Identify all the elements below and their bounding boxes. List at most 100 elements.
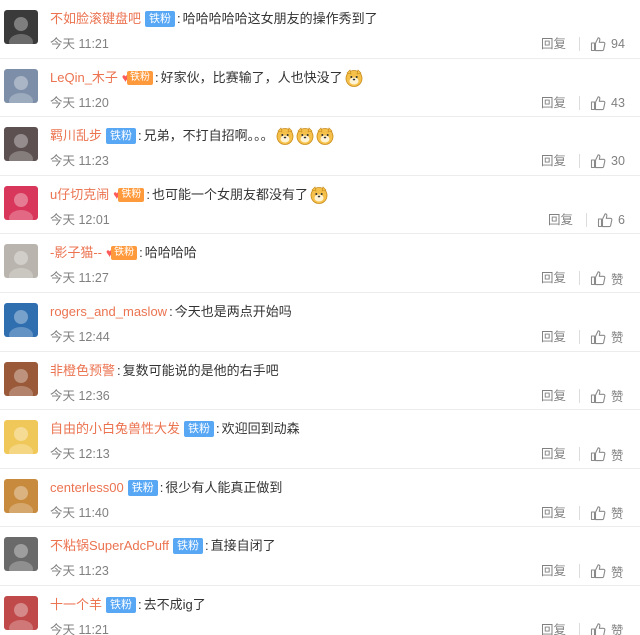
avatar-image xyxy=(4,185,38,220)
avatar-image xyxy=(4,68,38,103)
user-avatar[interactable] xyxy=(4,478,38,513)
reply-button[interactable]: 回复 xyxy=(541,622,566,635)
username-link[interactable]: 不如脸滚键盘吧 xyxy=(50,10,141,28)
thumbs-up-icon xyxy=(590,95,606,110)
fan-badge[interactable]: 铁粉 xyxy=(184,421,215,438)
comment-item: centerless00 铁粉: 很少有人能真正做到 今天 11:40 回复 赞 xyxy=(0,469,640,528)
divider xyxy=(579,505,580,520)
comment-item: 不粘锅SuperAdcPuff 铁粉: 直接自闭了 今天 11:23 回复 赞 xyxy=(0,527,640,586)
divider xyxy=(579,154,580,169)
username-link[interactable]: 自由的小白兔兽性大发 xyxy=(50,420,180,438)
like-count: 赞 xyxy=(611,624,624,635)
like-count: 赞 xyxy=(611,272,624,287)
username-link[interactable]: rogers_and_maslow xyxy=(50,303,167,321)
like-button[interactable]: 赞 xyxy=(590,620,624,635)
username-link[interactable]: 十一个羊 xyxy=(50,596,102,614)
divider xyxy=(579,447,580,462)
like-button[interactable]: 30 xyxy=(590,151,625,171)
comment-line: centerless00 铁粉: 很少有人能真正做到 xyxy=(50,479,282,497)
fan-badge[interactable]: 铁粉 xyxy=(145,11,176,27)
like-button[interactable]: 94 xyxy=(590,34,625,54)
user-avatar[interactable] xyxy=(4,595,38,630)
user-avatar[interactable] xyxy=(4,244,38,279)
like-count: 赞 xyxy=(611,390,624,405)
avatar-image xyxy=(4,127,38,162)
fan-badge[interactable]: 铁粉 xyxy=(106,596,137,613)
reply-button[interactable]: 回复 xyxy=(541,36,566,52)
reply-button[interactable]: 回复 xyxy=(541,270,566,286)
fan-badge[interactable]: 铁粉 xyxy=(172,538,203,555)
avatar-image xyxy=(4,478,38,513)
like-button[interactable]: 赞 xyxy=(590,327,624,347)
reply-button[interactable]: 回复 xyxy=(541,505,566,521)
user-avatar[interactable] xyxy=(4,361,38,396)
divider xyxy=(586,212,587,227)
like-count: 赞 xyxy=(611,448,624,463)
username-link[interactable]: centerless00 xyxy=(50,479,124,497)
like-count: 赞 xyxy=(611,507,624,522)
comment-text: 好家伙，比赛输了，人也快没了 xyxy=(160,69,343,85)
user-avatar[interactable] xyxy=(4,10,38,44)
avatar-image xyxy=(4,10,38,44)
username-link[interactable]: 羁川乱步 xyxy=(50,127,102,145)
username-link[interactable]: 非橙色预警 xyxy=(50,362,115,380)
colon: : xyxy=(117,362,121,378)
comment-text: 哈哈哈哈哈这女朋友的操作秀到了 xyxy=(182,11,378,26)
fan-badge[interactable]: 铁粉 xyxy=(106,128,137,145)
comment-time: 今天 11:23 xyxy=(50,564,109,579)
like-button[interactable]: 赞 xyxy=(590,444,624,464)
comment-time: 今天 11:21 xyxy=(50,37,109,51)
thumbs-up-icon xyxy=(590,623,606,635)
user-avatar[interactable] xyxy=(4,537,38,572)
comment-line: LeQin_木子 ♥ 铁粉: 好家伙，比赛输了，人也快没了 xyxy=(50,69,363,87)
username-link[interactable]: LeQin_木子 xyxy=(50,69,118,87)
divider xyxy=(579,564,580,579)
fan-badge[interactable]: 铁粉 xyxy=(127,479,158,496)
user-avatar[interactable] xyxy=(4,185,38,220)
divider xyxy=(579,329,580,344)
like-button[interactable]: 赞 xyxy=(590,561,624,581)
like-count: 赞 xyxy=(611,565,624,580)
user-avatar[interactable] xyxy=(4,127,38,162)
comment-line: 十一个羊 铁粉: 去不成ig了 xyxy=(50,596,206,614)
colon: : xyxy=(155,69,159,85)
comment-time: 今天 11:23 xyxy=(50,154,109,169)
thumbs-up-icon xyxy=(590,271,606,286)
reply-button[interactable]: 回复 xyxy=(548,212,573,228)
fan-badge-orange[interactable]: ♥ 铁粉 xyxy=(106,244,138,262)
reply-button[interactable]: 回复 xyxy=(541,95,566,111)
comment-text: 复数可能说的是他的右手吧 xyxy=(122,362,279,378)
comment-text: 也可能一个女朋友都没有了 xyxy=(151,186,308,202)
like-button[interactable]: 赞 xyxy=(590,386,624,406)
reply-button[interactable]: 回复 xyxy=(541,388,566,404)
colon: : xyxy=(139,245,143,261)
comment-time: 今天 12:44 xyxy=(50,329,110,344)
reply-button[interactable]: 回复 xyxy=(541,446,566,462)
avatar-image xyxy=(4,302,38,337)
reply-button[interactable]: 回复 xyxy=(541,329,566,345)
fan-badge-orange[interactable]: ♥ 铁粉 xyxy=(113,186,145,204)
username-link[interactable]: -影子猫-- xyxy=(50,244,102,262)
username-link[interactable]: u仔切克闹 xyxy=(50,186,109,204)
like-button[interactable]: 赞 xyxy=(590,268,624,288)
like-count: 94 xyxy=(611,37,625,51)
comment-text: 今天也是两点开始吗 xyxy=(174,303,292,319)
user-avatar[interactable] xyxy=(4,68,38,103)
user-avatar[interactable] xyxy=(4,420,38,455)
like-count: 赞 xyxy=(611,331,624,346)
colon: : xyxy=(159,479,164,495)
doge-emoji-icon xyxy=(296,127,314,146)
thumbs-up-icon xyxy=(590,564,606,579)
fan-badge-orange[interactable]: ♥ 铁粉 xyxy=(122,69,154,87)
comment-line: 不如脸滚键盘吧 铁粉: 哈哈哈哈哈这女朋友的操作秀到了 xyxy=(50,10,378,28)
reply-button[interactable]: 回复 xyxy=(541,563,566,579)
username-link[interactable]: 不粘锅SuperAdcPuff xyxy=(50,537,169,555)
colon: : xyxy=(177,11,181,26)
comment-item: 非橙色预警: 复数可能说的是他的右手吧 今天 12:36 回复 赞 xyxy=(0,352,640,411)
reply-button[interactable]: 回复 xyxy=(541,153,566,169)
comment-line: -影子猫-- ♥ 铁粉: 哈哈哈哈 xyxy=(50,244,197,262)
user-avatar[interactable] xyxy=(4,302,38,337)
like-button[interactable]: 赞 xyxy=(590,503,624,523)
like-button[interactable]: 43 xyxy=(590,93,625,113)
like-button[interactable]: 6 xyxy=(597,210,625,230)
